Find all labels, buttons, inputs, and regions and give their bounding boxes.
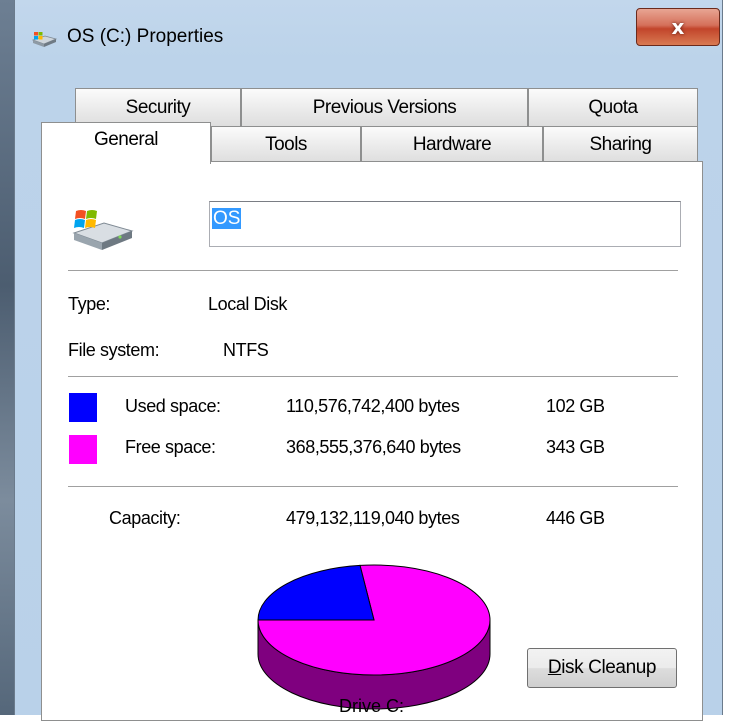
disk-cleanup-label: isk Cleanup: [561, 657, 657, 678]
file-system-value: NTFS: [223, 340, 269, 360]
tab-label: Sharing: [589, 133, 653, 155]
used-space-label: Used space:: [125, 396, 221, 416]
tab-label: Previous Versions: [312, 96, 457, 118]
free-space-gb: 343 GB: [546, 437, 605, 457]
capacity-label: Capacity:: [109, 508, 181, 528]
capacity-bytes: 479,132,119,040 bytes: [286, 508, 460, 528]
used-space-bytes: 110,576,742,400 bytes: [286, 396, 460, 416]
properties-window: OS (C:) Properties x Security Previous V…: [14, 0, 723, 721]
close-icon: x: [671, 15, 685, 39]
disk-cleanup-button[interactable]: Disk Cleanup: [527, 648, 677, 688]
title-bar[interactable]: OS (C:) Properties x: [15, 0, 722, 70]
window-title: OS (C:) Properties: [67, 26, 224, 47]
tab-label: Security: [125, 96, 191, 118]
drive-icon: [31, 32, 57, 47]
free-space-label: Free space:: [125, 437, 216, 457]
tab-general[interactable]: General: [41, 122, 211, 164]
separator: [68, 270, 678, 271]
file-system-label: File system:: [68, 340, 160, 360]
tab-quota[interactable]: Quota: [528, 88, 698, 126]
drive-label: Drive C:: [339, 696, 405, 716]
disk-cleanup-accesskey: D: [547, 657, 562, 678]
tab-security[interactable]: Security: [75, 88, 241, 126]
capacity-gb: 446 GB: [546, 508, 605, 528]
tab-hardware[interactable]: Hardware: [361, 126, 543, 162]
tab-label: Tools: [265, 133, 307, 155]
close-button[interactable]: x: [636, 8, 720, 46]
used-space-swatch: [69, 393, 97, 422]
tab-label: Hardware: [412, 133, 492, 155]
used-space-gb: 102 GB: [546, 396, 605, 416]
separator: [68, 486, 678, 487]
hard-drive-icon: [72, 210, 134, 250]
volume-name-text: OS: [212, 208, 242, 229]
disk-usage-pie-chart: [257, 564, 491, 710]
free-space-swatch: [69, 435, 97, 464]
tab-label: General: [93, 129, 159, 150]
desktop-background: [0, 0, 14, 715]
type-value: Local Disk: [208, 294, 288, 314]
tab-sharing[interactable]: Sharing: [543, 126, 698, 162]
tab-label: Quota: [588, 96, 638, 118]
type-label: Type:: [68, 294, 111, 314]
tab-previous-versions[interactable]: Previous Versions: [241, 88, 528, 126]
separator: [68, 376, 678, 377]
general-tab-panel: OS Type: Local Disk File system: NTFS Us…: [41, 161, 703, 721]
tab-tools[interactable]: Tools: [211, 126, 361, 162]
pie-slice-used-space: [257, 564, 375, 621]
volume-name-input[interactable]: OS: [209, 201, 681, 247]
free-space-bytes: 368,555,376,640 bytes: [286, 437, 461, 457]
